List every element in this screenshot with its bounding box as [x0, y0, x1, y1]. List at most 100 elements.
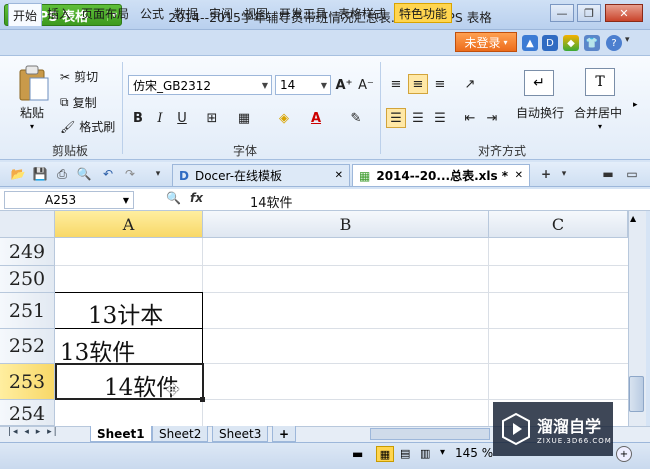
minimize-button[interactable]: — — [550, 4, 574, 22]
sheet-nav-icon[interactable]: |◂ ◂ ▸ ▸| — [8, 427, 59, 437]
chevron-down-icon[interactable]: ▾ — [30, 122, 34, 131]
clear-format-icon[interactable]: ✎ — [346, 108, 366, 128]
skin-icon[interactable]: ▲ — [522, 35, 538, 51]
normal-view-icon[interactable]: ▦ — [376, 446, 394, 462]
close-icon[interactable]: ✕ — [515, 170, 523, 181]
font-size-select[interactable]: 14 ▼ — [275, 75, 331, 95]
tile-window-icon[interactable]: ▭ — [624, 166, 640, 182]
merge-center-icon[interactable]: T — [585, 68, 615, 96]
formula-input[interactable]: 14软件 — [250, 192, 293, 211]
add-sheet-button[interactable]: + — [272, 426, 297, 442]
docer-icon[interactable]: D — [542, 35, 558, 51]
tab-start[interactable]: 开始 — [8, 3, 43, 26]
row-header-253[interactable]: 253 — [0, 364, 55, 400]
tab-formula[interactable]: 公式 — [136, 3, 168, 23]
align-right-icon[interactable]: ☰ — [430, 108, 450, 128]
font-name-select[interactable]: 仿宋_GB2312 ▼ — [128, 75, 272, 95]
tab-current-document[interactable]: ▦ 2014--20...总表.xls * ✕ — [352, 164, 530, 186]
format-painter-button[interactable]: 🖌 格式刷 — [60, 118, 115, 135]
tab-insert[interactable]: 插入 — [43, 3, 75, 23]
cell-a251[interactable]: 13计本 — [88, 296, 163, 330]
align-left-icon[interactable]: ☰ — [386, 108, 406, 128]
zoom-in-icon[interactable]: + — [616, 446, 632, 462]
increase-font-icon[interactable]: A⁺ — [334, 75, 354, 95]
restore-button[interactable]: ❐ — [577, 4, 601, 22]
row-header-251[interactable]: 251 — [0, 293, 55, 329]
page-layout-view-icon[interactable]: ▤ — [400, 447, 410, 460]
redo-icon[interactable]: ↷ — [122, 166, 138, 182]
chevron-down-icon[interactable]: ▾ — [556, 166, 572, 182]
row-header-250[interactable]: 250 — [0, 266, 55, 293]
increase-indent-icon[interactable]: ⇥ — [482, 108, 502, 128]
copy-button[interactable]: ⧉ 复制 — [60, 94, 97, 111]
chevron-down-icon[interactable]: ▾ — [625, 35, 630, 45]
chevron-down-icon[interactable]: ▾ — [598, 122, 602, 131]
align-bottom-icon[interactable]: ≡ — [430, 74, 450, 94]
merge-center-button[interactable]: 合并居中 — [574, 104, 622, 121]
cell-a252[interactable]: 13软件 — [60, 333, 135, 367]
align-center-icon[interactable]: ☰ — [408, 108, 428, 128]
insert-function-button[interactable]: fx — [190, 191, 203, 205]
wrap-text-icon[interactable]: ↵ — [524, 70, 554, 96]
row-header-252[interactable]: 252 — [0, 329, 55, 364]
print-icon[interactable]: ⎙ — [54, 166, 70, 182]
align-middle-icon[interactable]: ≡ — [408, 74, 428, 94]
select-all-corner[interactable] — [0, 211, 55, 238]
tab-page-layout[interactable]: 页面布局 — [77, 3, 133, 23]
tab-data[interactable]: 数据 — [170, 3, 202, 23]
print-preview-icon[interactable]: 🔍 — [76, 166, 92, 182]
fill-handle[interactable] — [200, 397, 205, 402]
page-break-view-icon[interactable]: ▥ — [420, 447, 430, 460]
shirt-icon[interactable]: 👕 — [584, 35, 600, 51]
tab-special-features[interactable]: 特色功能 — [394, 3, 453, 23]
bold-button[interactable]: B — [128, 108, 148, 128]
scroll-up-icon[interactable]: ▲ — [630, 214, 636, 223]
minimize-doc-icon[interactable]: ▬ — [600, 166, 616, 182]
underline-button[interactable]: U — [172, 108, 192, 128]
paste-icon[interactable] — [16, 64, 50, 104]
name-box[interactable]: A253 ▼ — [4, 191, 134, 209]
tab-docer[interactable]: D Docer-在线模板 ✕ — [172, 164, 350, 186]
align-top-icon[interactable]: ≡ — [386, 74, 406, 94]
italic-button[interactable]: I — [150, 108, 170, 128]
zoom-function-icon[interactable]: 🔍 — [166, 191, 181, 205]
customize-toolbar-icon[interactable]: ▾ — [150, 166, 166, 182]
chevron-down-icon[interactable]: ▼ — [123, 196, 129, 205]
close-button[interactable]: ✕ — [605, 4, 643, 22]
decrease-font-icon[interactable]: A⁻ — [356, 75, 376, 95]
column-header-c[interactable]: C — [489, 211, 628, 238]
new-tab-icon[interactable]: + — [538, 166, 554, 182]
open-folder-icon[interactable]: 📂 — [10, 166, 26, 182]
paste-button[interactable]: 粘贴 — [20, 104, 44, 121]
cell-style-icon[interactable]: ▦ — [234, 108, 254, 128]
help-icon[interactable]: ? — [606, 35, 622, 51]
sheet-tab-1[interactable]: Sheet1 — [90, 426, 152, 442]
reading-mode-icon[interactable]: ▾ — [440, 447, 445, 458]
save-icon[interactable]: 💾 — [32, 166, 48, 182]
font-color-button[interactable]: A — [306, 108, 326, 128]
cut-button[interactable]: ✂ 剪切 — [60, 68, 98, 85]
text-orientation-icon[interactable]: ↗ — [460, 74, 480, 94]
sheet-tab-3[interactable]: Sheet3 — [212, 426, 269, 442]
fill-color-icon[interactable]: ◈ — [274, 108, 294, 128]
vertical-scroll-thumb[interactable] — [629, 376, 644, 412]
undo-icon[interactable]: ↶ — [100, 166, 116, 182]
wrap-text-button[interactable]: 自动换行 — [516, 104, 564, 121]
sheet-tab-2[interactable]: Sheet2 — [152, 426, 209, 442]
shield-icon[interactable]: ◆ — [563, 35, 579, 51]
row-header-249[interactable]: 249 — [0, 238, 55, 266]
decrease-indent-icon[interactable]: ⇤ — [460, 108, 480, 128]
tab-view[interactable]: 视图 — [240, 3, 272, 23]
column-header-a[interactable]: A — [55, 211, 203, 238]
tab-developer[interactable]: 开发工具 — [275, 3, 331, 23]
column-header-b[interactable]: B — [203, 211, 489, 238]
ribbon-scroll-right-icon[interactable]: ▸ — [633, 100, 638, 110]
login-button[interactable]: 未登录 ▾ — [455, 32, 517, 52]
row-header-254[interactable]: 254 — [0, 400, 55, 426]
zoom-level[interactable]: 145 % — [455, 446, 493, 460]
border-icon[interactable]: ⊞ — [202, 108, 222, 128]
horizontal-scrollbar[interactable] — [370, 428, 490, 440]
tab-review[interactable]: 审阅 — [205, 3, 237, 23]
close-icon[interactable]: ✕ — [335, 170, 343, 181]
save-status-icon[interactable]: ▬ — [352, 447, 363, 461]
